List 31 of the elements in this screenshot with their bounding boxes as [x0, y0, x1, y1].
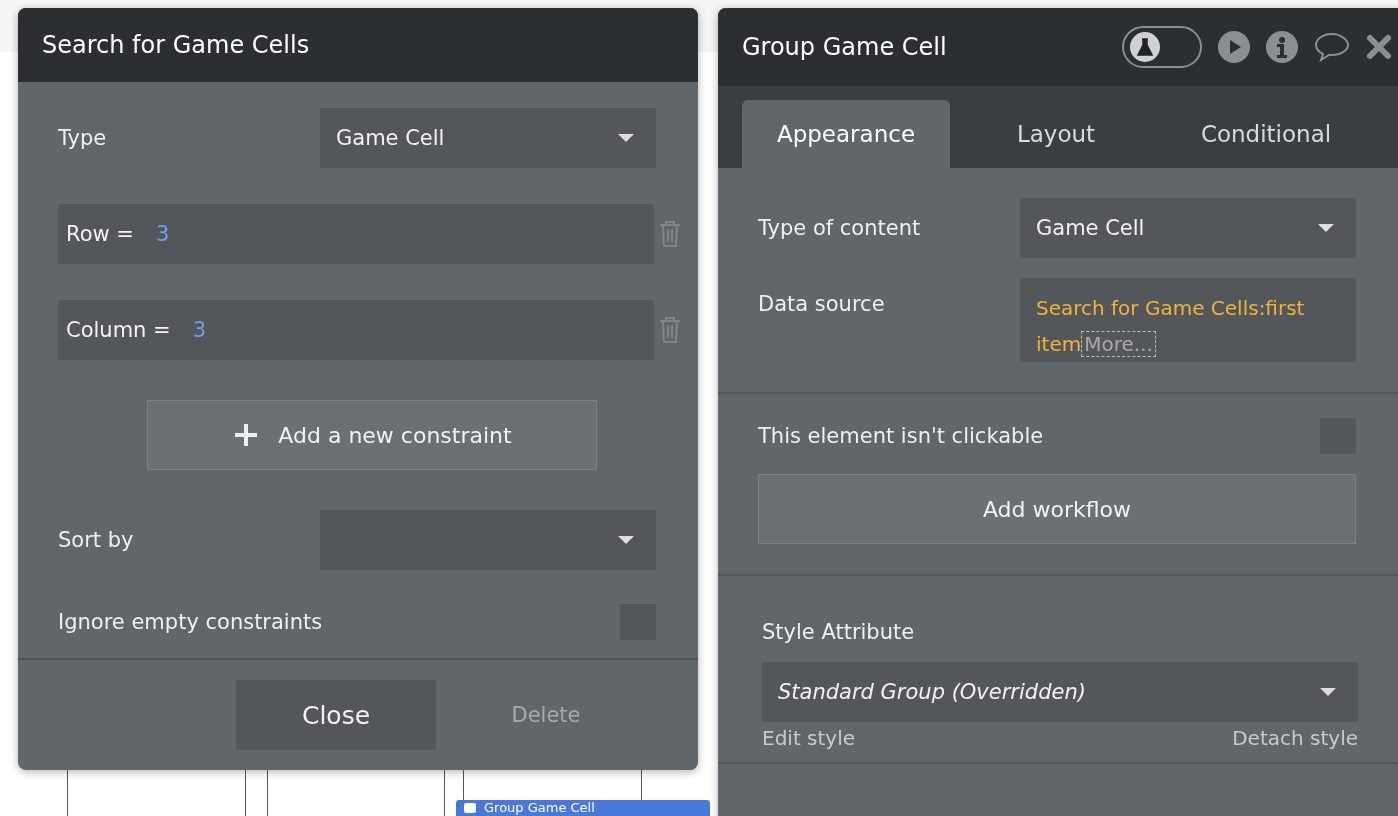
tab[interactable]: Conditional — [1162, 100, 1370, 168]
style-attribute-label: Style Attribute — [762, 620, 916, 644]
sort-label: Sort by — [58, 528, 134, 552]
add-constraint-button[interactable]: Add a new constraint — [147, 400, 597, 470]
canvas-element-label[interactable]: Group Game Cell — [456, 800, 710, 816]
more-link[interactable]: More... — [1081, 331, 1156, 357]
tab[interactable]: Layout — [952, 100, 1160, 168]
not-clickable-label: This element isn't clickable — [758, 424, 1044, 448]
constraint-field[interactable]: Row = 3 — [58, 204, 654, 264]
style-dropdown[interactable]: Standard Group (Overridden) — [762, 662, 1358, 722]
tab[interactable]: Appearance — [742, 100, 950, 168]
close-button[interactable]: Close — [236, 680, 436, 750]
panel-title: Search for Game Cells — [42, 31, 310, 59]
ignore-empty-label: Ignore empty constraints — [58, 610, 323, 634]
data-source-label: Data source — [758, 292, 885, 316]
flask-icon — [1137, 38, 1153, 56]
close-icon[interactable] — [1366, 34, 1392, 60]
flask-toggle[interactable] — [1122, 26, 1202, 68]
constraint-field[interactable]: Column = 3 — [58, 300, 654, 360]
add-workflow-button[interactable]: Add workflow — [758, 474, 1356, 544]
detach-style-link[interactable]: Detach style — [1232, 726, 1358, 750]
content-type-label: Type of content — [758, 216, 921, 240]
content-type-dropdown[interactable]: Game Cell — [1020, 198, 1356, 258]
play-icon[interactable] — [1218, 31, 1250, 63]
data-source-field[interactable]: Search for Game Cells:first item More... — [1020, 278, 1356, 362]
comment-icon[interactable] — [1314, 32, 1350, 62]
info-icon[interactable] — [1266, 31, 1298, 63]
type-dropdown[interactable]: Game Cell — [320, 108, 656, 168]
type-label: Type — [58, 126, 107, 150]
panel-title: Group Game Cell — [742, 33, 947, 61]
edit-style-link[interactable]: Edit style — [762, 726, 856, 750]
